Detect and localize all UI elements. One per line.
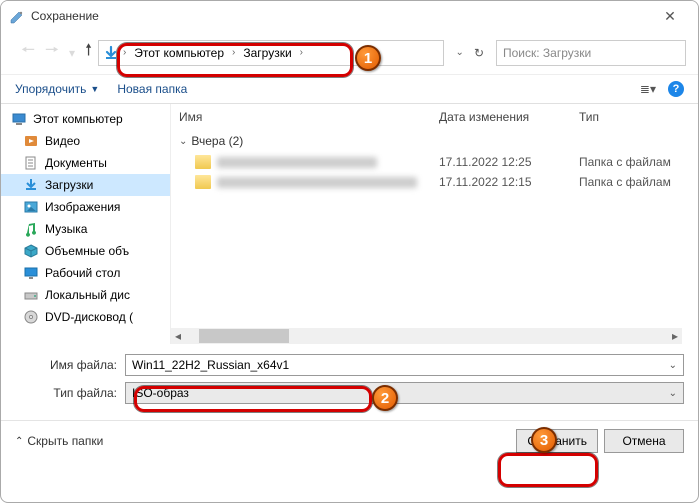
new-folder-button[interactable]: Новая папка [117, 82, 187, 96]
toolbar: Упорядочить ▼ Новая папка ≣▾ ? [1, 74, 698, 104]
save-dialog-window: Сохранение ✕ 🠔 🠖 ▾ 🠕 › Этот компьютер › … [0, 0, 699, 503]
address-dropdown-icon[interactable]: ⌄ [456, 47, 464, 58]
breadcrumb-downloads[interactable]: Загрузки [239, 44, 295, 62]
up-icon[interactable]: 🠕 [85, 39, 92, 66]
sidebar-item-dvd[interactable]: DVD-дисковод ( [1, 306, 170, 328]
search-input[interactable]: Поиск: Загрузки [496, 40, 686, 66]
cancel-button[interactable]: Отмена [604, 429, 684, 453]
chevron-right-icon: › [300, 47, 303, 58]
forward-icon[interactable]: 🠖 [45, 39, 59, 66]
main-area: Этот компьютер Видео Документы Загрузки … [1, 104, 698, 344]
filetype-dropdown[interactable]: ISO-образ ⌄ [125, 382, 684, 404]
chevron-down-icon: ▼ [90, 84, 99, 94]
music-icon [23, 221, 39, 237]
sidebar-label: DVD-дисковод ( [45, 310, 133, 324]
document-icon [23, 155, 39, 171]
blurred-filename [217, 177, 417, 188]
filename-value: Win11_22H2_Russian_x64v1 [132, 358, 289, 372]
column-date[interactable]: Дата изменения [439, 110, 579, 124]
sidebar-label: Видео [45, 134, 80, 148]
sidebar-label: Объемные объ [45, 244, 129, 258]
sidebar-item-downloads[interactable]: Загрузки [1, 174, 170, 196]
group-label: Вчера (2) [191, 134, 243, 148]
file-date: 17.11.2022 12:25 [439, 155, 579, 169]
hide-folders-label: Скрыть папки [27, 434, 103, 448]
sidebar-item-thispc[interactable]: Этот компьютер [1, 108, 170, 130]
scroll-left-icon[interactable]: ◂ [171, 329, 185, 343]
folder-icon [195, 175, 211, 189]
chevron-right-icon: › [123, 47, 126, 58]
column-headers[interactable]: Имя Дата изменения Тип [171, 104, 698, 130]
sidebar-label: Музыка [45, 222, 87, 236]
sidebar-item-videos[interactable]: Видео [1, 130, 170, 152]
sidebar-label: Загрузки [45, 178, 93, 192]
save-button[interactable]: Сохранить [516, 429, 598, 453]
file-date: 17.11.2022 12:15 [439, 175, 579, 189]
chevron-down-icon: ⌄ [179, 136, 187, 147]
file-list: Имя Дата изменения Тип ⌄ Вчера (2) 17.11… [171, 104, 698, 344]
window-title: Сохранение [31, 9, 650, 23]
recent-icon[interactable]: ▾ [69, 46, 75, 60]
nav-row: 🠔 🠖 ▾ 🠕 › Этот компьютер › Загрузки › ⌄ … [1, 31, 698, 74]
titlebar: Сохранение ✕ [1, 1, 698, 31]
sidebar-label: Локальный дис [45, 288, 130, 302]
filename-input[interactable]: Win11_22H2_Russian_x64v1 ⌄ [125, 354, 684, 376]
scroll-thumb[interactable] [199, 329, 289, 343]
refresh-icon[interactable]: ↻ [474, 46, 484, 60]
chevron-up-icon: ⌃ [15, 436, 23, 447]
filename-label: Имя файла: [15, 358, 125, 372]
blurred-filename [217, 157, 377, 168]
chevron-right-icon: › [232, 47, 235, 58]
downloads-icon [103, 45, 119, 61]
sidebar-label: Этот компьютер [33, 112, 123, 126]
sidebar-item-desktop[interactable]: Рабочий стол [1, 262, 170, 284]
downloads-icon [23, 177, 39, 193]
sidebar-item-documents[interactable]: Документы [1, 152, 170, 174]
sidebar-item-localdisk[interactable]: Локальный дис [1, 284, 170, 306]
scroll-right-icon[interactable]: ▸ [668, 329, 682, 343]
sidebar-item-music[interactable]: Музыка [1, 218, 170, 240]
help-icon[interactable]: ? [668, 81, 684, 97]
sidebar-label: Рабочий стол [45, 266, 120, 280]
file-type: Папка с файлам [579, 155, 690, 169]
save-form: Имя файла: Win11_22H2_Russian_x64v1 ⌄ Ти… [1, 344, 698, 416]
folder-icon [195, 155, 211, 169]
sidebar-item-3dobjects[interactable]: Объемные объ [1, 240, 170, 262]
breadcrumb-thispc[interactable]: Этот компьютер [130, 44, 228, 62]
disk-icon [23, 287, 39, 303]
sidebar-item-pictures[interactable]: Изображения [1, 196, 170, 218]
chevron-down-icon[interactable]: ⌄ [669, 388, 677, 399]
group-header[interactable]: ⌄ Вчера (2) [171, 130, 698, 152]
address-bar[interactable]: › Этот компьютер › Загрузки › [98, 40, 444, 66]
sidebar-label: Изображения [45, 200, 120, 214]
nav-arrows: 🠔 🠖 ▾ 🠕 [21, 39, 92, 66]
close-icon[interactable]: ✕ [650, 8, 690, 25]
bottom-bar: ⌃ Скрыть папки Сохранить Отмена [1, 429, 698, 465]
pictures-icon [23, 199, 39, 215]
filetype-label: Тип файла: [15, 386, 125, 400]
filetype-value: ISO-образ [132, 386, 189, 400]
sidebar: Этот компьютер Видео Документы Загрузки … [1, 104, 171, 344]
back-icon[interactable]: 🠔 [21, 39, 35, 66]
column-name[interactable]: Имя [179, 110, 439, 124]
organize-label: Упорядочить [15, 82, 86, 96]
organize-button[interactable]: Упорядочить ▼ [15, 82, 99, 96]
hide-folders-button[interactable]: ⌃ Скрыть папки [15, 434, 103, 448]
video-icon [23, 133, 39, 149]
horizontal-scrollbar[interactable]: ◂ ▸ [171, 328, 682, 344]
dvd-icon [23, 309, 39, 325]
sidebar-label: Документы [45, 156, 107, 170]
column-type[interactable]: Тип [579, 110, 690, 124]
file-type: Папка с файлам [579, 175, 690, 189]
desktop-icon [23, 265, 39, 281]
app-icon [9, 8, 25, 24]
list-item[interactable]: 17.11.2022 12:15 Папка с файлам [171, 172, 698, 192]
view-mode-icon[interactable]: ≣▾ [640, 82, 656, 96]
chevron-down-icon[interactable]: ⌄ [669, 360, 677, 371]
list-item[interactable]: 17.11.2022 12:25 Папка с файлам [171, 152, 698, 172]
cube-icon [23, 243, 39, 259]
search-placeholder: Поиск: Загрузки [503, 46, 591, 60]
pc-icon [11, 111, 27, 127]
